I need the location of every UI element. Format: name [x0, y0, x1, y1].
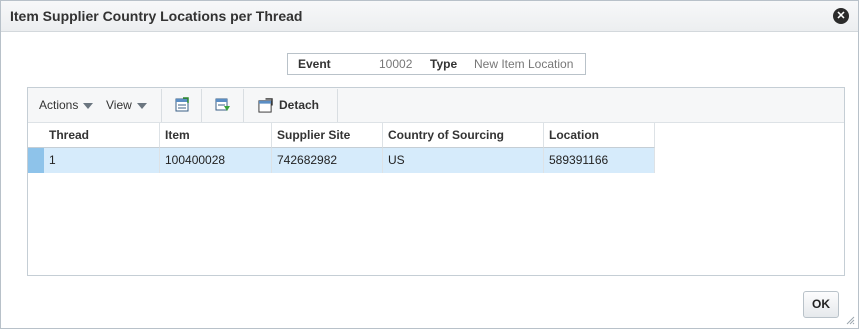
column-header-thread[interactable]: Thread — [44, 123, 160, 148]
detach-button[interactable]: Detach — [279, 98, 319, 112]
cell-location: 589391166 — [544, 148, 655, 173]
toolbar-divider — [337, 89, 338, 122]
type-value: New Item Location — [474, 57, 574, 71]
event-value: 10002 — [379, 57, 413, 71]
row-selector-header — [28, 123, 44, 148]
view-menu-label: View — [106, 98, 132, 112]
event-info-box: Event 10002 Type New Item Location — [287, 53, 586, 75]
dialog-title: Item Supplier Country Locations per Thre… — [10, 8, 303, 24]
toolbar-divider — [243, 89, 244, 122]
cell-thread: 1 — [44, 148, 160, 173]
actions-menu[interactable]: Actions — [39, 98, 94, 112]
actions-menu-label: Actions — [39, 98, 79, 112]
table-header-row: Thread Item Supplier Site Country of Sou… — [28, 123, 655, 148]
cell-country-of-sourcing: US — [383, 148, 544, 173]
dialog-titlebar: Item Supplier Country Locations per Thre… — [1, 1, 858, 32]
column-header-item[interactable]: Item — [160, 123, 272, 148]
type-label: Type — [430, 57, 458, 71]
close-icon[interactable]: ✕ — [833, 8, 849, 24]
chevron-down-icon — [136, 102, 147, 109]
column-header-supplier-site[interactable]: Supplier Site — [272, 123, 383, 148]
column-header-location[interactable]: Location — [544, 123, 655, 148]
chevron-down-icon — [83, 102, 94, 109]
table-toolbar: Actions View Detach — [28, 88, 844, 123]
toolbar-divider — [161, 89, 162, 122]
row-selector[interactable] — [28, 148, 44, 173]
table-panel: Actions View Detach Thread Item Supplier… — [27, 87, 845, 276]
cell-item: 100400028 — [160, 148, 272, 173]
column-header-country-of-sourcing[interactable]: Country of Sourcing — [383, 123, 544, 148]
table-row[interactable]: 1 100400028 742682982 US 589391166 — [28, 148, 655, 173]
freeze-columns-icon[interactable] — [215, 97, 231, 113]
detach-icon[interactable] — [258, 98, 273, 113]
event-label: Event — [298, 57, 331, 71]
cell-supplier-site: 742682982 — [272, 148, 383, 173]
export-icon[interactable] — [174, 97, 190, 113]
dialog: Item Supplier Country Locations per Thre… — [0, 0, 859, 329]
resize-grip-icon[interactable] — [845, 315, 855, 325]
view-menu[interactable]: View — [106, 98, 147, 112]
ok-button[interactable]: OK — [803, 291, 839, 318]
toolbar-divider — [201, 89, 202, 122]
